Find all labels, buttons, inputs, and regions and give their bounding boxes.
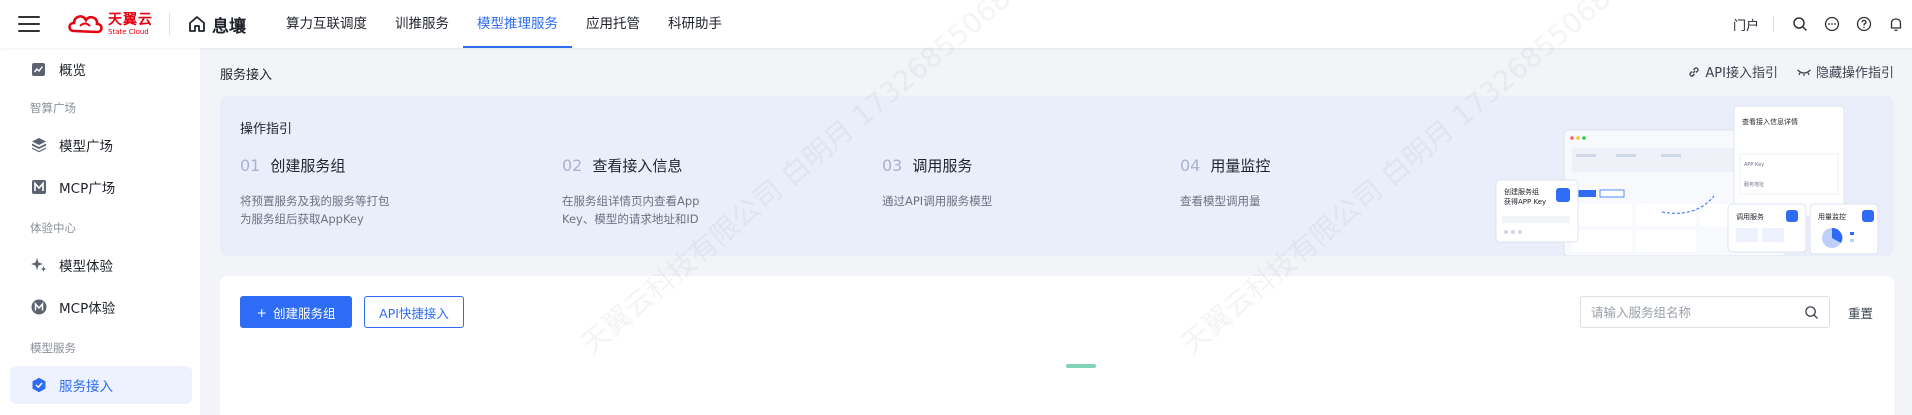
- sidebar-item-label: MCP体验: [59, 301, 116, 317]
- sidebar-item-overview[interactable]: 概览: [10, 50, 192, 88]
- api-quick-access-button[interactable]: API快捷接入: [364, 296, 464, 328]
- service-group-search-input[interactable]: [1591, 304, 1804, 320]
- api-guide-link[interactable]: API接入指引: [1687, 62, 1778, 81]
- sidebar-item-model-experience[interactable]: 模型体验: [10, 246, 192, 284]
- home-icon: [189, 16, 205, 32]
- nav-app-hosting[interactable]: 应用托管: [572, 0, 654, 48]
- guide-illustration: 创建服务组 获得APP Key 查看接入信息详情 APP Key 服务地址 调用…: [1495, 105, 1879, 256]
- sidebar-item-mcp-square[interactable]: MCP广场: [10, 168, 192, 206]
- cloud-logo-icon: [68, 15, 103, 34]
- step-description: 查看模型调用量: [1180, 194, 1261, 208]
- portal-link[interactable]: 门户: [1733, 15, 1759, 34]
- divider: [1773, 16, 1774, 32]
- nav-training-service[interactable]: 训推服务: [381, 0, 463, 48]
- sidebar: 概览 智算广场 模型广场 MCP广场 体验中心 模型体验 MCP体验 模型服务 …: [0, 48, 200, 415]
- sidebar-item-service-access[interactable]: 服务接入: [10, 366, 192, 404]
- illus-detail-title: 查看接入信息详情: [1742, 117, 1798, 126]
- mcp-icon: [30, 179, 47, 196]
- main-nav: 算力互联调度 训推服务 模型推理服务 应用托管 科研助手: [272, 0, 736, 48]
- brand-title: 息壤: [212, 16, 246, 37]
- operation-guide-panel: 操作指引 01 创建服务组 将预置服务及我的服务等打包为服务组后获取AppKey…: [220, 96, 1894, 256]
- step-number: 01: [240, 156, 261, 175]
- hide-guide-link[interactable]: 隐藏操作指引: [1796, 62, 1894, 81]
- cube-icon: [30, 137, 47, 154]
- logo-english-text: State Cloud: [108, 27, 149, 36]
- guide-title: 操作指引: [240, 122, 293, 137]
- illus-detail-row1: APP Key: [1744, 162, 1764, 168]
- sidebar-item-label: 概览: [59, 63, 86, 79]
- sidebar-item-mcp-experience[interactable]: MCP体验: [10, 288, 192, 326]
- search-icon[interactable]: [1791, 15, 1809, 33]
- logo-chinese-text: 天翼云: [108, 11, 153, 28]
- content-actions: API接入指引 隐藏操作指引: [1687, 62, 1894, 81]
- sidebar-item-label: MCP广场: [59, 181, 116, 197]
- nav-model-inference-service[interactable]: 模型推理服务: [463, 0, 572, 48]
- step-number: 04: [1180, 156, 1201, 175]
- top-navbar: 天翼云 State Cloud 息壤 算力互联调度 训推服务 模型推理服务 应用…: [0, 0, 1912, 48]
- sidebar-group-label: 智算广场: [30, 101, 76, 115]
- guide-step-1: 01 创建服务组 将预置服务及我的服务等打包为服务组后获取AppKey: [240, 155, 490, 228]
- sidebar-item-model-square[interactable]: 模型广场: [10, 126, 192, 164]
- hide-guide-label: 隐藏操作指引: [1815, 66, 1894, 81]
- create-service-group-button[interactable]: + 创建服务组: [240, 296, 352, 328]
- step-title: 创建服务组: [270, 157, 346, 175]
- nav-compute-scheduling[interactable]: 算力互联调度: [272, 0, 381, 48]
- divider: [169, 13, 170, 35]
- illus-create-line1: 创建服务组: [1504, 187, 1539, 196]
- link-icon: [1689, 66, 1700, 77]
- plus-icon: +: [256, 304, 267, 320]
- step-description: 将预置服务及我的服务等打包为服务组后获取AppKey: [240, 194, 390, 226]
- step-description: 通过API调用服务模型: [882, 194, 993, 208]
- step-title: 查看接入信息: [592, 157, 683, 175]
- illus-usage-title: 用量监控: [1818, 212, 1846, 221]
- search-icon[interactable]: [1804, 305, 1819, 320]
- step-number: 03: [882, 156, 903, 175]
- guide-step-4: 04 用量监控 查看模型调用量: [1180, 155, 1430, 210]
- step-title: 用量监控: [1210, 157, 1271, 175]
- sidebar-item-label: 模型体验: [59, 259, 113, 275]
- search-box: [1580, 296, 1830, 328]
- api-guide-label: API接入指引: [1705, 66, 1778, 81]
- tianyi-cloud-logo[interactable]: 天翼云 State Cloud: [66, 11, 153, 37]
- hamburger-menu-icon[interactable]: [18, 16, 40, 32]
- sidebar-group-label: 模型服务: [30, 341, 76, 355]
- more-icon[interactable]: [1823, 15, 1841, 33]
- step-title: 调用服务: [912, 157, 973, 175]
- breadcrumb: 服务接入: [220, 68, 273, 83]
- xirang-home-link[interactable]: 息壤: [188, 12, 246, 37]
- top-right-toolbar: 门户: [1733, 0, 1912, 48]
- service-group-panel: + 创建服务组 API快捷接入 重置: [220, 276, 1894, 415]
- service-icon: [30, 377, 47, 394]
- guide-step-2: 02 查看接入信息 在服务组详情页内查看App Key、模型的请求地址和ID: [562, 155, 812, 228]
- mcp-circle-icon: [30, 299, 47, 316]
- sparkle-icon: [30, 257, 47, 274]
- reset-button[interactable]: 重置: [1848, 303, 1873, 322]
- nav-research-assistant[interactable]: 科研助手: [654, 0, 736, 48]
- illus-call-title: 调用服务: [1736, 212, 1764, 221]
- step-number: 02: [562, 156, 583, 175]
- eye-closed-icon: [1797, 69, 1811, 76]
- illus-detail-row2: 服务地址: [1744, 181, 1764, 188]
- step-description: 在服务组详情页内查看App Key、模型的请求地址和ID: [562, 194, 700, 226]
- create-service-group-label: 创建服务组: [272, 305, 336, 321]
- help-icon[interactable]: [1855, 15, 1873, 33]
- sidebar-item-label: 服务接入: [59, 379, 113, 395]
- guide-step-3: 03 调用服务 通过API调用服务模型: [882, 155, 1132, 210]
- chart-icon: [30, 61, 47, 78]
- bell-icon[interactable]: [1887, 15, 1905, 33]
- sidebar-group-label: 体验中心: [30, 221, 76, 235]
- illus-create-line2: 获得APP Key: [1504, 197, 1546, 206]
- sidebar-item-label: 模型广场: [59, 139, 113, 155]
- main-content: 服务接入 API接入指引 隐藏操作指引 操作指引 01 创建服务组 将预置服务及…: [200, 48, 1912, 415]
- loading-indicator: [1066, 364, 1096, 368]
